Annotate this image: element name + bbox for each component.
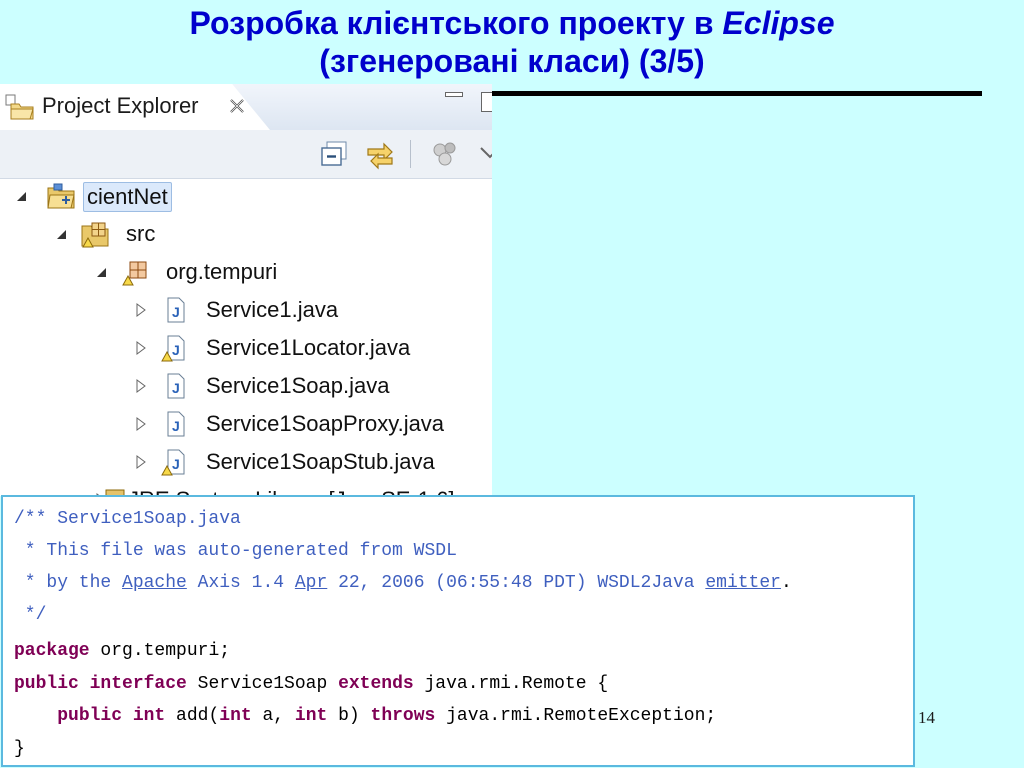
code-text: .: [780, 573, 792, 593]
code-keyword: public: [14, 674, 79, 694]
project-explorer-view: Project Explorer cientNet src org.tempur…: [0, 84, 492, 496]
tree-item-src[interactable]: src: [0, 218, 492, 250]
expanded-arrow-icon[interactable]: [14, 188, 28, 204]
tree-item-project[interactable]: cientNet: [0, 180, 492, 212]
collapse-all-icon[interactable]: [318, 138, 350, 170]
view-menu-icon[interactable]: [476, 138, 492, 170]
svg-text:J: J: [172, 380, 180, 396]
tree-label-package[interactable]: org.tempuri: [166, 258, 277, 286]
code-interface-line: public interface Service1Soap extends ja…: [14, 672, 608, 696]
slide-title: Розробка клієнтського проекту в Eclipse …: [0, 4, 1024, 80]
java-file-warning-icon: J: [161, 335, 185, 362]
tab-project-explorer-label: Project Explorer: [42, 93, 199, 118]
code-keyword: int: [294, 706, 328, 726]
view-tab-bar: Project Explorer: [0, 84, 492, 131]
code-text: * by the: [14, 573, 123, 593]
slide-title-text: Розробка клієнтського проекту в: [189, 5, 723, 41]
tree-item-file[interactable]: J Service1.java: [0, 294, 492, 326]
code-keyword: int: [122, 706, 166, 726]
tree-item-file[interactable]: J Service1Locator.java: [0, 332, 492, 364]
code-text: Axis 1.4: [186, 573, 295, 593]
code-underlined-word: Apache: [122, 573, 187, 593]
code-keyword: public: [57, 706, 123, 726]
collapsed-arrow-icon[interactable]: [134, 454, 148, 470]
code-text: java.rmi.Remote {: [413, 674, 609, 694]
project-explorer-icon: [5, 94, 34, 120]
expanded-arrow-icon[interactable]: [94, 264, 108, 280]
code-keyword: int: [219, 706, 252, 726]
link-with-editor-icon[interactable]: [364, 138, 396, 170]
tree-label-file[interactable]: Service1SoapStub.java: [206, 448, 435, 476]
tab-project-explorer[interactable]: Project Explorer: [0, 84, 270, 130]
tree-item-file[interactable]: J Service1Soap.java: [0, 370, 492, 402]
slide-title-line1: Розробка клієнтського проекту в Eclipse: [0, 4, 1024, 42]
slide-title-eclipse: Eclipse: [722, 5, 835, 41]
code-keyword: interface: [78, 674, 187, 694]
tree-label-src[interactable]: src: [126, 220, 155, 248]
code-underlined-word: Apr: [294, 573, 328, 593]
tree-item-package[interactable]: org.tempuri: [0, 256, 492, 288]
code-text: java.rmi.RemoteException;: [435, 706, 717, 726]
tree-label-file[interactable]: Service1Soap.java: [206, 372, 389, 400]
filter-icon[interactable]: [430, 138, 462, 170]
title-divider: [492, 91, 982, 96]
tree-label-file[interactable]: Service1SoapProxy.java: [206, 410, 444, 438]
code-text: b): [327, 706, 371, 726]
code-comment-line: * This file was auto-generated from WSDL: [14, 541, 457, 561]
code-underlined-word: emitter: [705, 573, 781, 593]
java-file-icon: J: [167, 411, 185, 437]
tree-item-file[interactable]: J Service1SoapProxy.java: [0, 408, 492, 440]
code-text: org.tempuri;: [89, 641, 231, 661]
java-file-warning-icon: J: [161, 449, 185, 476]
slide-title-line2: (згенеровані класи) (3/5): [319, 43, 705, 79]
svg-text:J: J: [172, 456, 180, 472]
svg-text:J: J: [172, 342, 180, 358]
tree-label-project[interactable]: cientNet: [83, 182, 172, 212]
code-keyword: throws: [370, 706, 436, 726]
code-closing-brace: }: [14, 739, 25, 759]
code-text: Service1Soap: [186, 674, 339, 694]
view-toolbar: [0, 130, 492, 179]
tree-item-file[interactable]: J Service1SoapStub.java: [0, 446, 492, 478]
java-file-icon: J: [167, 373, 185, 399]
code-text: add(: [165, 706, 220, 726]
code-comment-line: * by the Apache Axis 1.4 Apr 22, 2006 (0…: [14, 571, 792, 595]
code-listing: /** Service1Soap.java * This file was au…: [1, 495, 915, 767]
collapsed-arrow-icon[interactable]: [134, 302, 148, 318]
collapsed-arrow-icon[interactable]: [134, 340, 148, 356]
source-folder-icon: [81, 222, 109, 248]
code-text: 22, 2006 (06:55:48 PDT) WSDL2Java: [327, 573, 706, 593]
tree-label-file[interactable]: Service1.java: [206, 296, 338, 324]
code-text: a,: [251, 706, 295, 726]
collapsed-arrow-icon[interactable]: [134, 378, 148, 394]
code-comment-line: /** Service1Soap.java: [14, 509, 241, 529]
slide-number: 14: [918, 708, 935, 727]
maximize-view-button[interactable]: [481, 92, 492, 112]
project-folder-icon: [47, 183, 75, 209]
code-keyword: package: [14, 641, 90, 661]
package-icon: [122, 261, 147, 286]
collapsed-arrow-icon[interactable]: [134, 416, 148, 432]
code-comment-line: */: [14, 605, 47, 625]
minimize-view-button[interactable]: [445, 92, 463, 97]
code-package-line: package org.tempuri;: [14, 639, 230, 663]
java-file-icon: J: [167, 297, 185, 323]
svg-text:J: J: [172, 418, 180, 434]
code-method-line: public int add(int a, int b) throws java…: [14, 704, 716, 728]
code-keyword: extends: [338, 674, 414, 694]
expanded-arrow-icon[interactable]: [54, 226, 68, 242]
toolbar-separator: [410, 140, 411, 168]
svg-text:J: J: [172, 304, 180, 320]
tree-label-file[interactable]: Service1Locator.java: [206, 334, 410, 362]
close-icon[interactable]: [227, 96, 247, 116]
